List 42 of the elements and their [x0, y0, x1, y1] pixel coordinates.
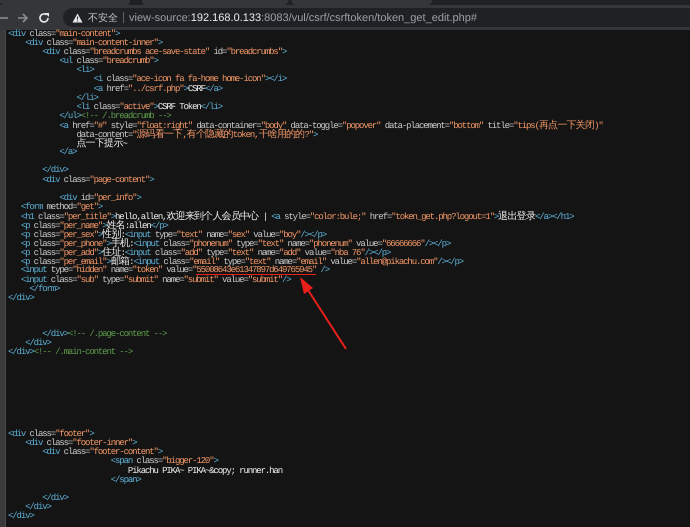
- security-label: 不安全: [88, 12, 118, 24]
- source-line: <h1 class="per_title">hello,allen,欢迎来到个人会员中心 | <a style="color:bule;" href="token_get.php?logout=1">退出登录</a></h1>: [20, 212, 576, 221]
- source-line: <input type="hidden" name="token" value="55008643e61347897d649765945" />: [20, 266, 331, 276]
- source-line: <span class="bigger-120">: [110, 457, 220, 466]
- warning-icon: [72, 12, 83, 22]
- source-line: <a href="../csrf.php">CSRF</a>: [94, 84, 224, 94]
- source-line: <p class="per_email">邮箱:<input class="email" type="text" name="email" value="allen@pikachu.com"/></p>: [20, 257, 465, 266]
- source-line: <div class="main-content-inner">: [24, 39, 163, 48]
- source-line: <li>: [76, 66, 94, 76]
- source-line: <div class="footer">: [8, 430, 94, 440]
- source-line: <div class="footer-content">: [41, 448, 163, 458]
- source-line: </div>: [25, 339, 52, 348]
- source-line: </div>: [42, 494, 70, 503]
- source-line: <div class="main-content">: [8, 30, 120, 39]
- source-line: <div class="page-content">: [41, 176, 156, 185]
- source-line: <li class="active">CSRF Token</li>: [76, 102, 224, 112]
- source-line: <div class="breadcrumbs ace-save-state" id="breadcrumbs">: [41, 48, 288, 58]
- source-line: 点一下提示~: [76, 139, 128, 148]
- source-line: <p class="per_phone">手机:<input class="phonenum" type="text" name="phonenum" value="66666666"/></p>: [20, 239, 452, 248]
- source-line: <div id="per_info">: [59, 194, 142, 203]
- source-line: </div><!-- /.main-content -->: [8, 348, 134, 358]
- source-line: <input class="sub" type="submit" name="submit" value="submit"/>: [20, 276, 292, 285]
- source-line: <ul class="breadcrumb">: [58, 57, 160, 66]
- source-line: </span>: [110, 476, 142, 485]
- source-line: Pikachu PIKA~ PIKA~&copy; runner.han: [126, 466, 284, 476]
- source-line: <form method="get">: [20, 202, 103, 212]
- source-line: </div>: [8, 294, 36, 303]
- forward-arrow-icon[interactable]: [17, 12, 29, 24]
- source-line: </div><!-- /.page-content -->: [42, 330, 168, 340]
- source-line: </ul><!-- /.breadcrumb -->: [58, 112, 172, 121]
- source-line: </a>: [58, 148, 77, 158]
- source-line: <i class="ace-icon fa fa-home home-icon"></i>: [92, 75, 288, 84]
- source-line: <p class="per_add">住址:<input class="add" type="text" name="add" value="nba 76"/></p>: [20, 248, 391, 258]
- address-bar[interactable]: 不安全 view-source:192.168.0.133:8083/vul/csrf/csrftoken/token_get_edit.php#: [63, 8, 690, 27]
- source-line: </div>: [25, 502, 52, 512]
- source-line: <div class="footer-inner">: [24, 439, 137, 448]
- source-line: </div>: [41, 166, 70, 176]
- reload-icon[interactable]: [38, 12, 50, 24]
- url-text: view-source:192.168.0.133:8083/vul/csrf/csrftoken/token_get_edit.php#: [129, 12, 477, 24]
- source-line: </form>: [29, 284, 61, 294]
- source-line: </li>: [76, 94, 98, 103]
- source-line: </div>: [8, 512, 36, 522]
